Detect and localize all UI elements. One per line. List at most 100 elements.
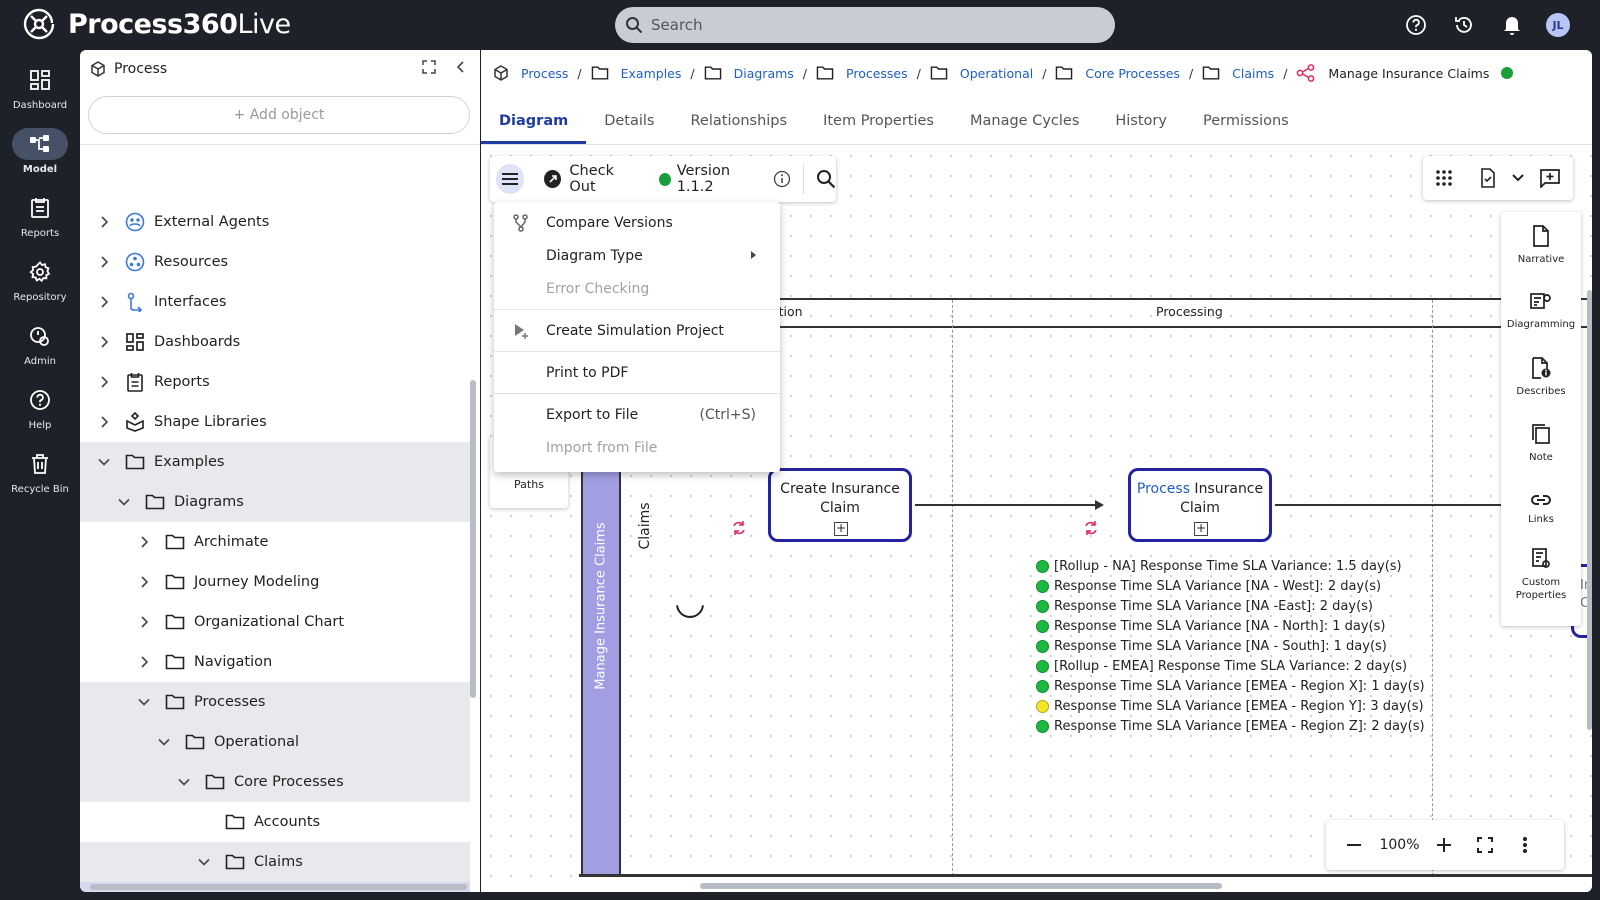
expand-subprocess-icon[interactable]: + <box>834 522 848 536</box>
tree-item[interactable]: Shape Libraries <box>80 402 470 442</box>
breadcrumb-item[interactable]: Examples <box>591 65 681 81</box>
chevron-down-icon[interactable] <box>136 694 152 710</box>
tree-item[interactable]: Navigation <box>80 642 470 682</box>
canvas-vertical-scrollbar[interactable] <box>1587 290 1592 730</box>
tree-item[interactable]: Archimate <box>80 522 470 562</box>
tab-permissions[interactable]: Permissions <box>1185 100 1307 144</box>
chevron-right-icon[interactable] <box>96 214 112 230</box>
expand-panel-icon[interactable] <box>422 60 436 74</box>
app-logo[interactable]: Process360Live <box>22 7 291 41</box>
chevron-right-icon[interactable] <box>136 654 152 670</box>
side-panel-note[interactable]: Note <box>1501 410 1581 476</box>
notification-bell-icon[interactable] <box>1498 11 1526 39</box>
breadcrumb-item[interactable]: Core Processes <box>1055 65 1180 81</box>
nav-recycle-bin[interactable]: Recycle Bin <box>0 439 80 503</box>
tree-item[interactable]: Dashboards <box>80 322 470 362</box>
check-out-button[interactable]: Check Out <box>544 163 640 195</box>
chevron-right-icon[interactable] <box>136 574 152 590</box>
info-icon[interactable] <box>773 170 791 188</box>
breadcrumb-item[interactable]: Diagrams <box>704 65 794 81</box>
history-icon[interactable] <box>1450 11 1478 39</box>
add-comment-icon[interactable] <box>1539 168 1561 188</box>
tree-item[interactable]: Journey Modeling <box>80 562 470 602</box>
cycle-icon[interactable] <box>1083 520 1099 536</box>
side-panel-narrative[interactable]: Narrative <box>1501 212 1581 278</box>
collapse-panel-icon[interactable] <box>454 60 468 74</box>
tab-details[interactable]: Details <box>586 100 672 144</box>
side-panel-diagramming[interactable]: Diagramming <box>1501 278 1581 344</box>
fit-screen-icon[interactable] <box>1470 837 1500 853</box>
chevron-right-icon[interactable] <box>136 534 152 550</box>
tree-item[interactable]: Reports <box>80 362 470 402</box>
nav-dashboard[interactable]: Dashboard <box>0 55 80 119</box>
chevron-down-icon[interactable] <box>196 854 212 870</box>
tab-relationships[interactable]: Relationships <box>673 100 806 144</box>
nav-repository[interactable]: Repository <box>0 247 80 311</box>
sequence-flow[interactable] <box>915 504 1100 506</box>
tab-item-properties[interactable]: Item Properties <box>805 100 952 144</box>
chevron-right-icon[interactable] <box>96 254 112 270</box>
nav-model[interactable]: Model <box>0 119 80 183</box>
chevron-right-icon[interactable] <box>96 334 112 350</box>
menu-button[interactable] <box>496 164 525 194</box>
document-view-icon[interactable] <box>1479 168 1497 188</box>
more-options-icon[interactable] <box>1500 836 1550 854</box>
canvas-horizontal-scrollbar[interactable] <box>700 883 1222 889</box>
tree-item[interactable]: Organizational Chart <box>80 602 470 642</box>
breadcrumb-item[interactable]: Processes <box>816 65 908 81</box>
tree-item[interactable]: External Agents <box>80 202 470 242</box>
tree-item[interactable]: Operational <box>80 722 470 762</box>
user-avatar[interactable]: JL <box>1546 13 1570 37</box>
expand-subprocess-icon[interactable]: + <box>1194 522 1208 536</box>
task-process-insurance-claim[interactable]: Process Insurance Claim + <box>1128 468 1272 542</box>
zoom-out-button[interactable] <box>1326 837 1382 853</box>
chevron-right-icon[interactable] <box>96 374 112 390</box>
tab-history[interactable]: History <box>1097 100 1185 144</box>
nav-help[interactable]: Help <box>0 375 80 439</box>
breadcrumb-item[interactable]: Process <box>493 65 568 81</box>
tree-scrollbar[interactable] <box>469 150 477 878</box>
nav-reports[interactable]: Reports <box>0 183 80 247</box>
chevron-down-icon[interactable] <box>116 494 132 510</box>
tree-item[interactable]: Interfaces <box>80 282 470 322</box>
chevron-down-icon[interactable] <box>96 454 112 470</box>
add-object-button[interactable]: + Add object <box>88 96 470 134</box>
chevron-right-icon[interactable] <box>96 414 112 430</box>
tree-item[interactable]: Core Processes <box>80 762 470 802</box>
tree-item[interactable]: Accounts <box>80 802 470 842</box>
menu-create-simulation[interactable]: Create Simulation Project <box>494 314 780 347</box>
tree-item[interactable]: Examples <box>80 442 470 482</box>
scroll-thumb[interactable] <box>470 380 476 698</box>
tree-item[interactable]: Processes <box>80 682 470 722</box>
chevron-down-icon[interactable] <box>1511 173 1525 183</box>
tree-horizontal-scrollbar[interactable] <box>90 884 467 890</box>
apps-grid-icon[interactable] <box>1435 169 1453 187</box>
chevron-right-icon[interactable] <box>96 294 112 310</box>
chevron-right-icon[interactable] <box>136 614 152 630</box>
zoom-in-button[interactable] <box>1417 837 1470 853</box>
tab-manage-cycles[interactable]: Manage Cycles <box>952 100 1097 144</box>
diagram-canvas[interactable]: ation Processing Manage Insurance Claims… <box>481 146 1592 892</box>
help-icon[interactable] <box>1402 11 1430 39</box>
start-event[interactable] <box>676 605 704 618</box>
nav-admin[interactable]: Admin <box>0 311 80 375</box>
side-panel-describes[interactable]: Describes <box>1501 344 1581 410</box>
menu-export-file[interactable]: Export to File (Ctrl+S) <box>494 398 780 431</box>
tab-diagram[interactable]: Diagram <box>481 100 587 144</box>
menu-print-pdf[interactable]: Print to PDF <box>494 356 780 389</box>
tree-item[interactable]: Claims <box>80 842 470 882</box>
chevron-down-icon[interactable] <box>176 774 192 790</box>
task-create-insurance-claim[interactable]: Create Insurance Claim + <box>768 468 912 542</box>
menu-diagram-type[interactable]: Diagram Type <box>494 239 780 272</box>
breadcrumb-item[interactable]: Claims <box>1202 65 1274 81</box>
side-panel-links[interactable]: Links <box>1501 476 1581 542</box>
chevron-down-icon[interactable] <box>156 734 172 750</box>
search-icon[interactable] <box>816 169 836 189</box>
global-search[interactable]: Search <box>615 7 1115 43</box>
tree-item[interactable]: Resources <box>80 242 470 282</box>
side-panel-custom-properties[interactable]: Custom Properties <box>1501 542 1581 608</box>
tree-item[interactable]: Diagrams <box>80 482 470 522</box>
breadcrumb-item[interactable]: Operational <box>930 65 1033 81</box>
cycle-icon[interactable] <box>731 520 747 536</box>
menu-compare-versions[interactable]: Compare Versions <box>494 206 780 239</box>
